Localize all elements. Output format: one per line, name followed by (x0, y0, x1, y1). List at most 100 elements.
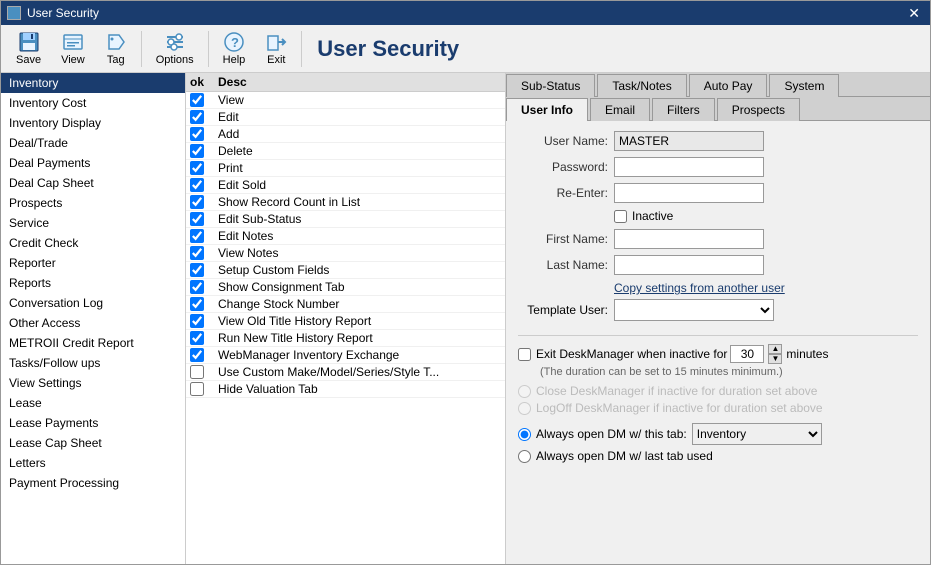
copy-settings-section: Copy settings from another user Template… (518, 281, 918, 327)
save-button[interactable]: Save (7, 28, 50, 69)
tag-button[interactable]: Tag (96, 28, 136, 69)
sidebar-item-service[interactable]: Service (1, 213, 185, 233)
exit-icon (265, 31, 287, 53)
sidebar-item-deal-cap-sheet[interactable]: Deal Cap Sheet (1, 173, 185, 193)
sidebar-item-view-settings[interactable]: View Settings (1, 373, 185, 393)
right-content: User Name: Password: Re-Enter: Inactive (506, 121, 930, 564)
sidebar-item-lease-payments[interactable]: Lease Payments (1, 413, 185, 433)
list-item: Add (186, 126, 505, 143)
inactive-duration-checkbox[interactable] (518, 348, 531, 361)
list-row-ok (190, 144, 218, 158)
list-checkbox[interactable] (190, 178, 204, 192)
sidebar-item-deal/trade[interactable]: Deal/Trade (1, 133, 185, 153)
list-item: Setup Custom Fields (186, 262, 505, 279)
list-label: Use Custom Make/Model/Series/Style T... (218, 365, 439, 379)
tabs-row1: Sub-StatusTask/NotesAuto PaySystem (506, 73, 930, 97)
tag-label: Tag (107, 54, 125, 66)
tab-prospects[interactable]: Prospects (717, 98, 800, 121)
list-checkbox[interactable] (190, 382, 204, 396)
list-label: Edit Notes (218, 229, 273, 243)
sidebar-item-reporter[interactable]: Reporter (1, 253, 185, 273)
help-button[interactable]: ? Help (214, 28, 255, 69)
reenter-row: Re-Enter: (518, 183, 918, 203)
tab-sub-status[interactable]: Sub-Status (506, 74, 595, 97)
list-checkbox[interactable] (190, 348, 204, 362)
close-button[interactable]: ✕ (904, 5, 924, 22)
list-checkbox[interactable] (190, 93, 204, 107)
password-label: Password: (518, 160, 608, 174)
list-row-ok (190, 280, 218, 294)
sidebar-item-tasks/follow-ups[interactable]: Tasks/Follow ups (1, 353, 185, 373)
list-label: View (218, 93, 244, 107)
exit-button[interactable]: Exit (256, 28, 296, 69)
open-last-radio[interactable] (518, 450, 531, 463)
list-item: Run New Title History Report (186, 330, 505, 347)
logoff-radio[interactable] (518, 402, 531, 415)
list-item: Show Consignment Tab (186, 279, 505, 296)
tab-task-notes[interactable]: Task/Notes (597, 74, 686, 97)
list-checkbox[interactable] (190, 314, 204, 328)
password-input[interactable] (614, 157, 764, 177)
title-bar: User Security ✕ (1, 1, 930, 25)
list-checkbox[interactable] (190, 212, 204, 226)
list-checkbox[interactable] (190, 246, 204, 260)
template-select[interactable] (614, 299, 774, 321)
list-checkbox[interactable] (190, 229, 204, 243)
list-checkbox[interactable] (190, 127, 204, 141)
copy-settings-link[interactable]: Copy settings from another user (614, 281, 918, 295)
spin-down[interactable]: ▼ (768, 354, 782, 364)
list-checkbox[interactable] (190, 161, 204, 175)
sidebar-item-metroii-credit-report[interactable]: METROII Credit Report (1, 333, 185, 353)
list-checkbox[interactable] (190, 331, 204, 345)
lastname-input[interactable] (614, 255, 764, 275)
sidebar-item-lease-cap-sheet[interactable]: Lease Cap Sheet (1, 433, 185, 453)
col-desc-header: Desc (218, 75, 501, 89)
spin-up[interactable]: ▲ (768, 344, 782, 354)
tab-auto-pay[interactable]: Auto Pay (689, 74, 768, 97)
app-title: User Security (317, 36, 459, 62)
sidebar-item-prospects[interactable]: Prospects (1, 193, 185, 213)
minutes-input[interactable] (730, 345, 764, 363)
list-checkbox[interactable] (190, 144, 204, 158)
sidebar-item-other-access[interactable]: Other Access (1, 313, 185, 333)
inactive-checkbox[interactable] (614, 210, 627, 223)
view-label: View (61, 54, 85, 66)
sidebar-item-reports[interactable]: Reports (1, 273, 185, 293)
list-checkbox[interactable] (190, 297, 204, 311)
close-radio[interactable] (518, 385, 531, 398)
list-checkbox[interactable] (190, 280, 204, 294)
options-button[interactable]: Options (147, 28, 203, 69)
sidebar-item-lease[interactable]: Lease (1, 393, 185, 413)
list-checkbox[interactable] (190, 110, 204, 124)
tab-system[interactable]: System (769, 74, 839, 97)
list-checkbox[interactable] (190, 365, 204, 379)
list-label: Edit Sold (218, 178, 266, 192)
separator1 (141, 31, 142, 67)
list-item: Edit Notes (186, 228, 505, 245)
tabs-row2: User InfoEmailFiltersProspects (506, 97, 930, 121)
sidebar-item-inventory[interactable]: Inventory (1, 73, 185, 93)
tab-filters[interactable]: Filters (652, 98, 715, 121)
password-row: Password: (518, 157, 918, 177)
reenter-input[interactable] (614, 183, 764, 203)
sidebar-item-inventory-display[interactable]: Inventory Display (1, 113, 185, 133)
firstname-input[interactable] (614, 229, 764, 249)
sidebar-item-deal-payments[interactable]: Deal Payments (1, 153, 185, 173)
username-label: User Name: (518, 134, 608, 148)
tab-user-info[interactable]: User Info (506, 98, 588, 121)
username-input[interactable] (614, 131, 764, 151)
sidebar-item-letters[interactable]: Letters (1, 453, 185, 473)
list-checkbox[interactable] (190, 263, 204, 277)
sidebar-item-credit-check[interactable]: Credit Check (1, 233, 185, 253)
list-checkbox[interactable] (190, 195, 204, 209)
tab-email[interactable]: Email (590, 98, 650, 121)
sidebar-item-payment-processing[interactable]: Payment Processing (1, 473, 185, 493)
sidebar-item-conversation-log[interactable]: Conversation Log (1, 293, 185, 313)
list-row-ok (190, 229, 218, 243)
open-tab-radio[interactable] (518, 428, 531, 441)
sidebar-item-inventory-cost[interactable]: Inventory Cost (1, 93, 185, 113)
inactive-note: (The duration can be set to 15 minutes m… (540, 366, 918, 378)
view-button[interactable]: View (52, 28, 94, 69)
always-open-select[interactable]: Inventory (692, 423, 822, 445)
list-row-ok (190, 365, 218, 379)
